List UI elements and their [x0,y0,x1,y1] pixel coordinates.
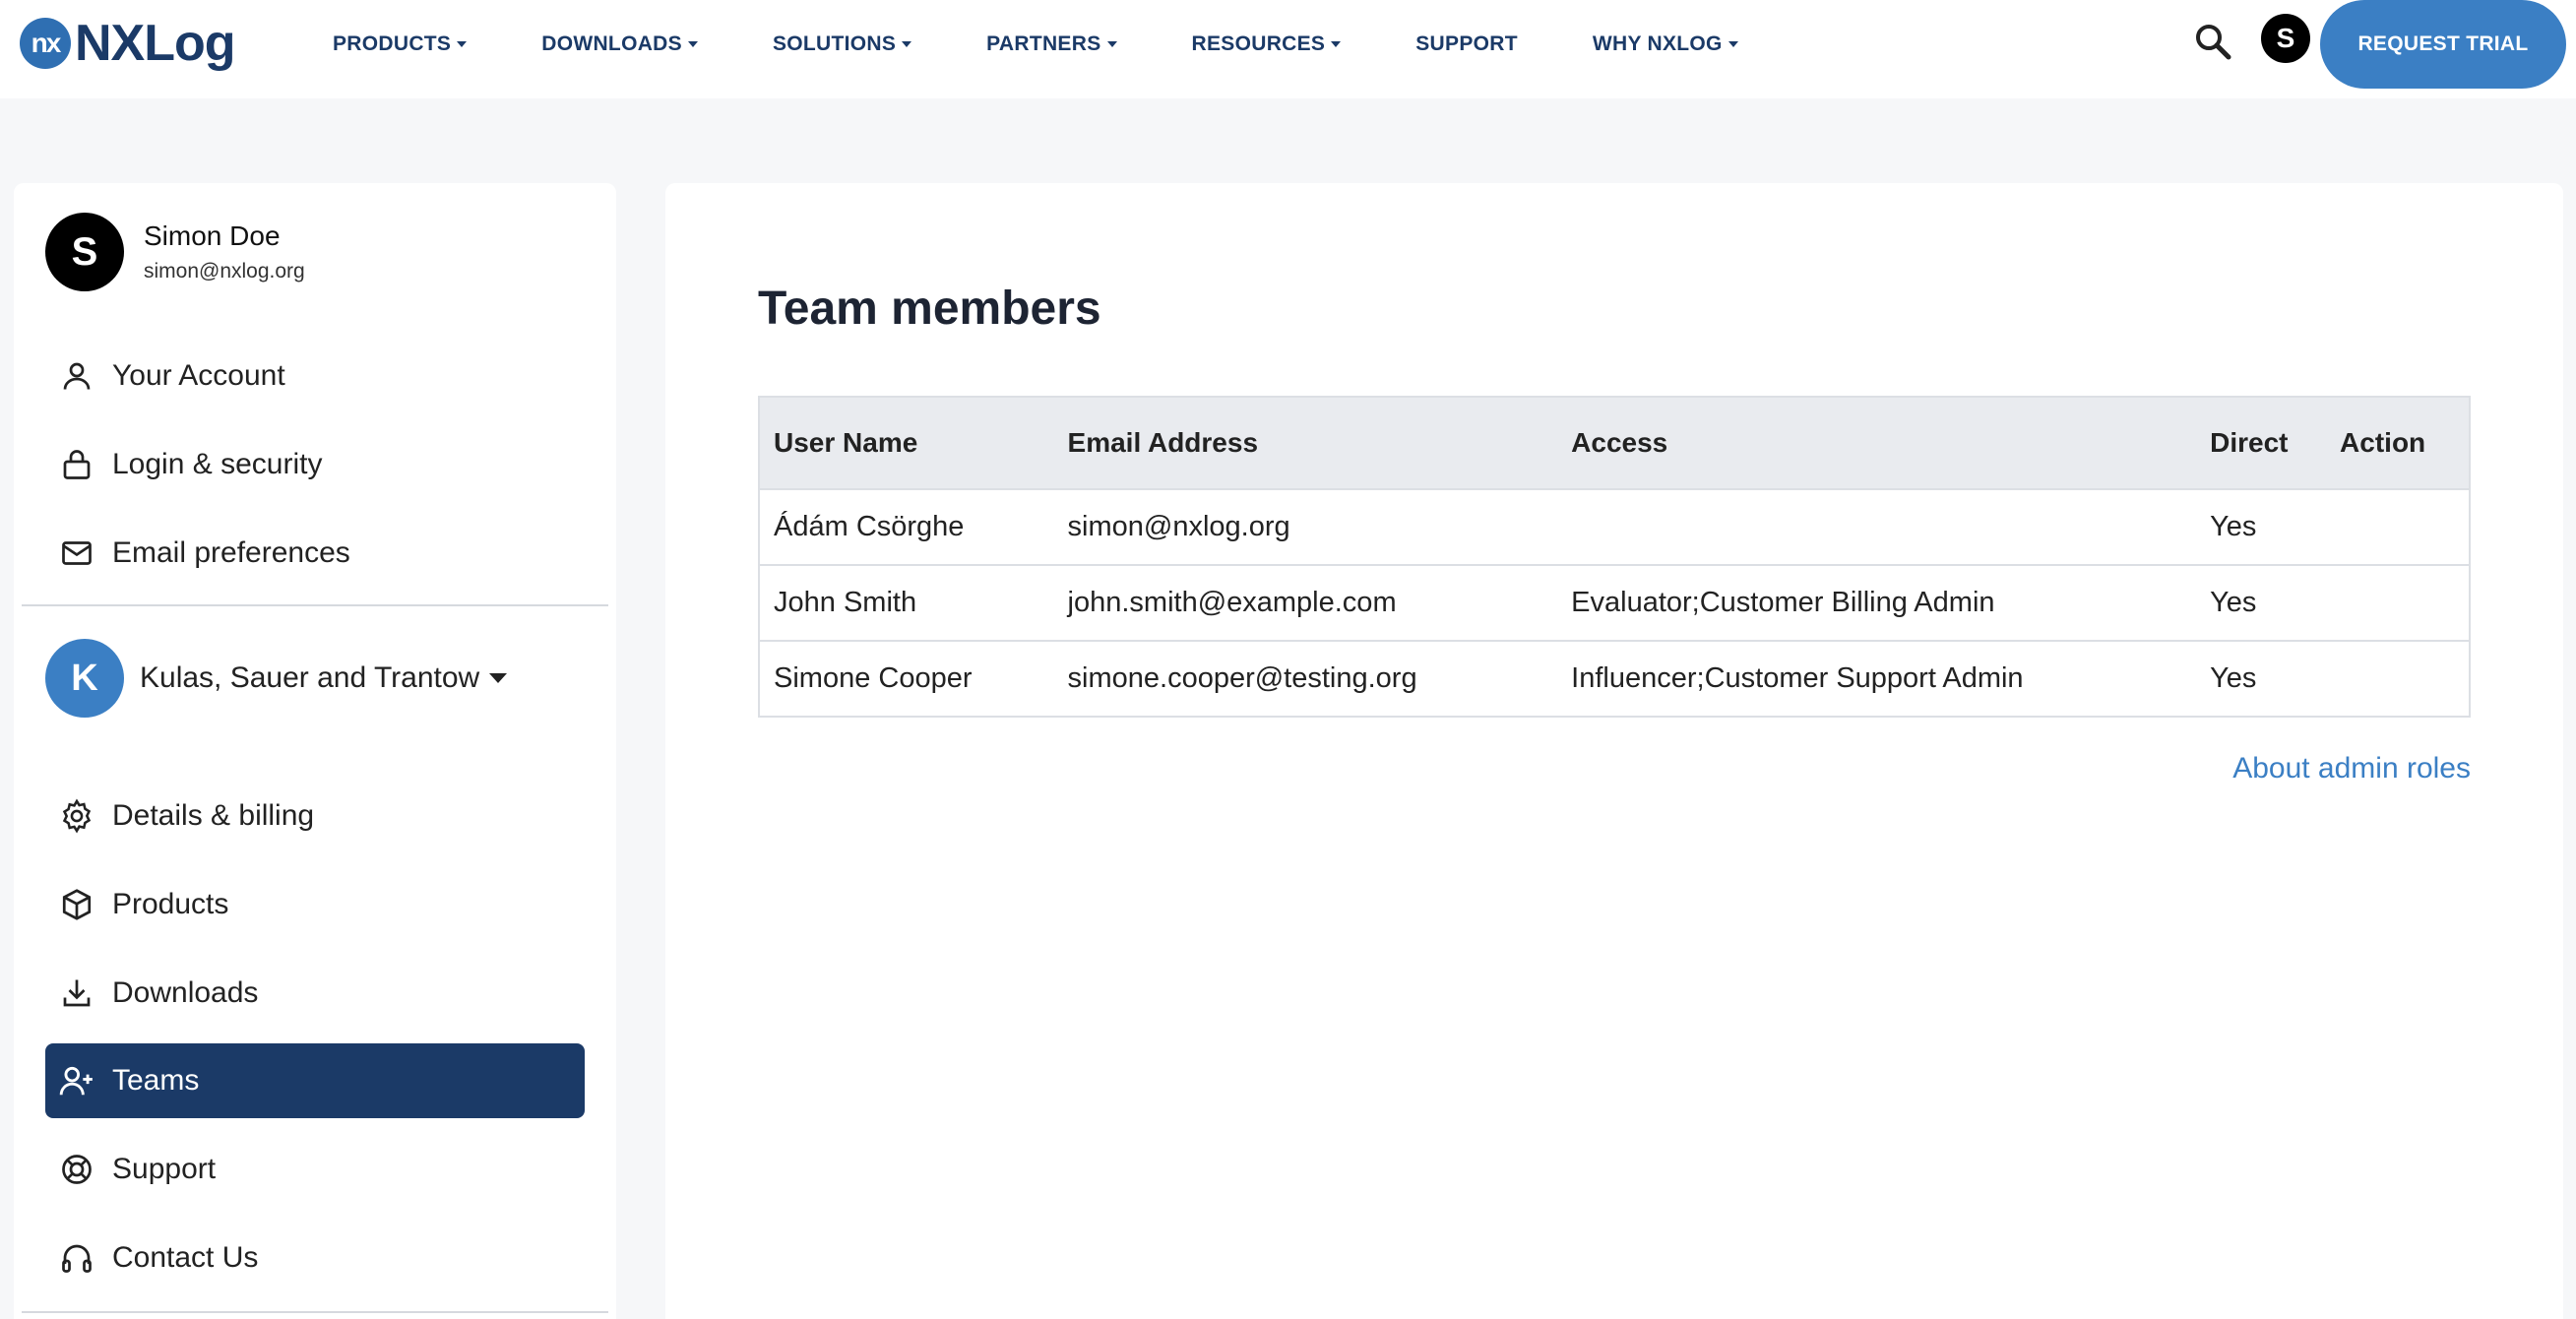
cell-email: john.smith@example.com [1053,564,1558,641]
cell-user-name: John Smith [759,564,1054,641]
page-title: Team members [758,283,1101,335]
account-sidebar: S Simon Doe simon@nxlog.org Your Account… [14,183,616,1319]
main-content: Team members User Name Email Address Acc… [665,183,2563,1319]
column-header-email-address[interactable]: Email Address [1053,397,1558,489]
mail-icon [57,534,96,573]
caret-down-icon [457,41,468,47]
nav-why-nxlog[interactable]: WHY NXLOG [1593,32,1738,56]
cell-direct: Yes [2196,488,2327,565]
user-email: simon@nxlog.org [144,260,305,283]
team-members-table: User Name Email Address Access Direct Ac… [758,396,2471,718]
logo-text: NXLog [75,15,236,72]
nav-resources[interactable]: RESOURCES [1192,32,1342,56]
user-name: Simon Doe [144,220,281,251]
table-header-row: User Name Email Address Access Direct Ac… [759,397,2470,489]
caret-down-icon [687,41,698,47]
divider [22,604,608,606]
sidebar-item-label: Email preferences [112,536,350,569]
column-header-user-name[interactable]: User Name [759,397,1054,489]
download-icon [57,974,96,1013]
sidebar-item-downloads[interactable]: Downloads [45,956,585,1031]
user-icon [57,356,96,396]
organization-switcher[interactable]: K Kulas, Sauer and Trantow [45,639,508,718]
org-name: Kulas, Sauer and Trantow [140,661,480,694]
cell-access: Influencer;Customer Support Admin [1557,640,2197,717]
cell-direct: Yes [2196,564,2327,641]
cell-email: simon@nxlog.org [1053,488,1558,565]
cell-email: simone.cooper@testing.org [1053,640,1558,717]
caret-down-icon [1331,41,1342,47]
caret-down-icon [902,41,912,47]
sidebar-item-label: Support [112,1153,217,1185]
lock-icon [57,445,96,484]
lifebuoy-icon [57,1150,96,1189]
user-profile: S Simon Doe simon@nxlog.org [45,213,305,291]
cell-direct: Yes [2196,640,2327,717]
gear-icon [57,796,96,836]
about-admin-roles-link[interactable]: About admin roles [2232,752,2471,785]
sidebar-item-label: Teams [112,1064,200,1097]
sidebar-item-label: Downloads [112,976,259,1009]
chevron-down-icon [489,673,508,683]
sidebar-item-login-security[interactable]: Login & security [45,427,585,502]
table-row: John Smith john.smith@example.com Evalua… [759,564,2470,641]
sidebar-item-label: Your Account [112,359,285,392]
search-icon[interactable] [2193,22,2232,61]
sidebar-item-label: Contact Us [112,1241,259,1274]
sidebar-item-label: Products [112,888,229,920]
sidebar-item-label: Login & security [112,448,323,480]
headset-icon [57,1238,96,1278]
top-nav-bar: nx NXLog PRODUCTS DOWNLOADS SOLUTIONS PA… [0,0,2576,98]
sidebar-item-teams[interactable]: Teams [45,1043,585,1118]
nav-downloads[interactable]: DOWNLOADS [541,32,698,56]
table-row: Simone Cooper simone.cooper@testing.org … [759,640,2470,717]
sidebar-item-label: Details & billing [112,799,315,832]
request-trial-button[interactable]: REQUEST TRIAL [2320,0,2566,89]
user-avatar-button[interactable]: S [2261,14,2310,63]
cell-action [2326,564,2470,641]
sidebar-item-details-billing[interactable]: Details & billing [45,779,585,853]
nav-products[interactable]: PRODUCTS [333,32,468,56]
sidebar-item-contact-us[interactable]: Contact Us [45,1221,585,1295]
caret-down-icon [1728,41,1738,47]
avatar: S [45,213,124,291]
main-nav: PRODUCTS DOWNLOADS SOLUTIONS PARTNERS RE… [333,0,1813,89]
nav-support[interactable]: SUPPORT [1415,32,1518,56]
caret-down-icon [1106,41,1117,47]
logo-mark: nx [20,18,71,69]
cell-user-name: Simone Cooper [759,640,1054,717]
nav-solutions[interactable]: SOLUTIONS [773,32,912,56]
column-header-access[interactable]: Access [1557,397,2197,489]
sidebar-item-email-preferences[interactable]: Email preferences [45,516,585,591]
cell-user-name: Ádám Csörghe [759,488,1054,565]
sidebar-item-support[interactable]: Support [45,1132,585,1207]
cell-action [2326,640,2470,717]
column-header-action: Action [2326,397,2470,489]
user-plus-icon [57,1061,96,1100]
sidebar-item-your-account[interactable]: Your Account [45,339,585,413]
nav-partners[interactable]: PARTNERS [986,32,1117,56]
org-avatar: K [45,639,124,718]
sidebar-item-products[interactable]: Products [45,867,585,942]
divider [22,1311,608,1313]
cell-access: Evaluator;Customer Billing Admin [1557,564,2197,641]
box-icon [57,885,96,924]
cell-action [2326,488,2470,565]
cell-access [1557,488,2197,565]
table-row: Ádám Csörghe simon@nxlog.org Yes [759,488,2470,565]
nxlog-logo[interactable]: nx NXLog [20,15,236,72]
column-header-direct[interactable]: Direct [2196,397,2327,489]
